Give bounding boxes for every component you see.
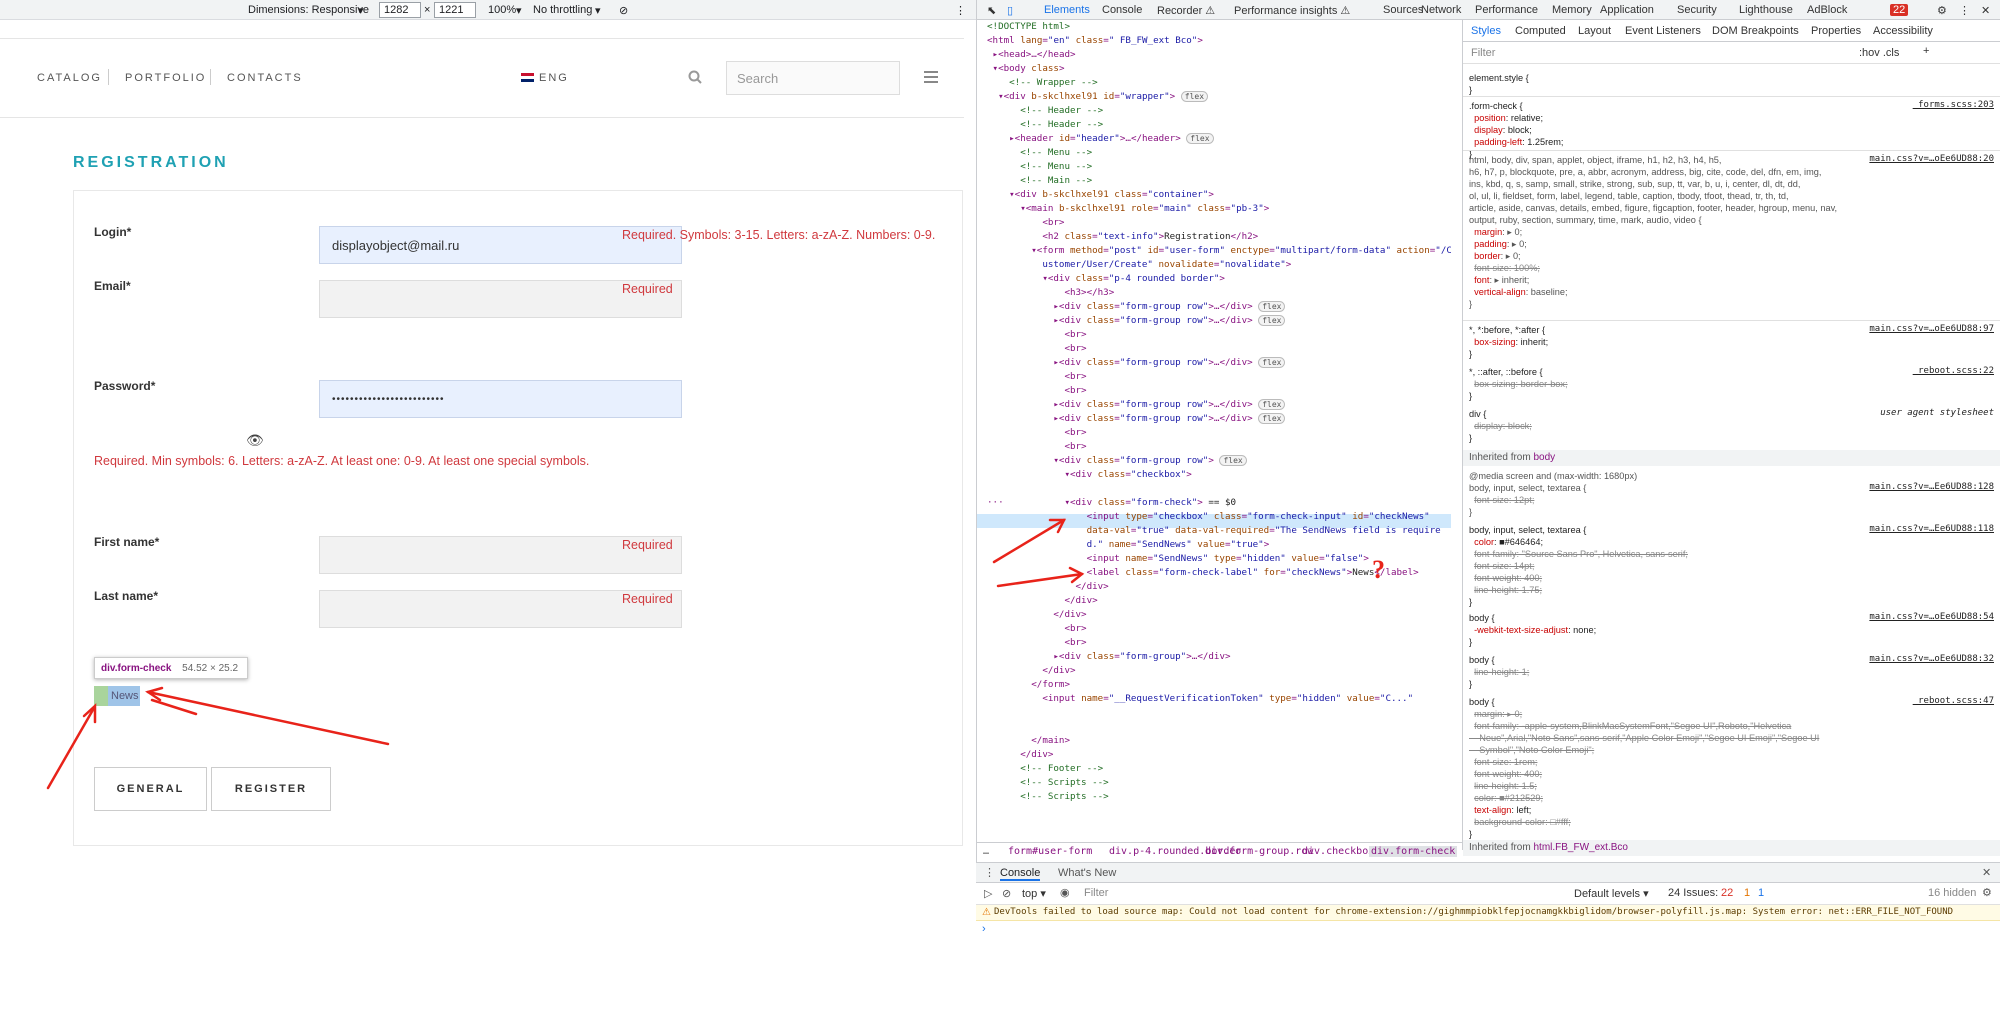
inherited-html-header: Inherited from html.FB_FW_ext.Bco	[1463, 840, 2000, 856]
tab-dom-breakpoints[interactable]: DOM Breakpoints	[1712, 25, 1799, 37]
log-levels-dropdown[interactable]: Default levels ▾	[1574, 887, 1649, 900]
source-link[interactable]: _reboot.scss:47	[1913, 696, 1994, 706]
issues-summary[interactable]: 24 Issues:	[1668, 887, 1718, 899]
tab-styles[interactable]: Styles	[1471, 25, 1501, 37]
console-prompt-icon[interactable]: ›	[982, 923, 986, 935]
breadcrumb-item[interactable]: form#user-form	[1008, 846, 1092, 857]
rule-universal[interactable]: *, *:before, *:after { box-sizing: inher…	[1469, 324, 1548, 360]
settings-gear-icon[interactable]: ⚙	[1937, 4, 1947, 17]
styles-filter-bar: Filter :hov .cls +	[1463, 42, 2000, 64]
sidebar-toggle-icon[interactable]: ▷	[984, 887, 992, 900]
tab-computed[interactable]: Computed	[1515, 25, 1566, 37]
issues-badge[interactable]: 22	[1890, 4, 1909, 16]
tab-adblock[interactable]: AdBlock	[1807, 4, 1847, 16]
tab-accessibility[interactable]: Accessibility	[1873, 25, 1933, 37]
rule-body-reboot[interactable]: body { margin: ▸ 0; font-family: -apple-…	[1469, 696, 1819, 840]
rule-divider	[1463, 96, 2000, 97]
eye-icon[interactable]: ◉	[1060, 886, 1070, 899]
source-link[interactable]: main.css?v=…Ee6UD88:118	[1869, 524, 1994, 534]
rule-form-check[interactable]: .form-check { position: relative; displa…	[1469, 100, 1564, 160]
source-link[interactable]: main.css?v=…oEe6UD88:20	[1869, 154, 1994, 164]
source-link[interactable]: main.css?v=…oEe6UD88:97	[1869, 324, 1994, 334]
console-drawer: ⋮ Console What's New ✕ ▷ ⊘ top ▾ ◉ Filte…	[976, 862, 2000, 1026]
annotation-arrows-left	[46, 686, 390, 790]
hov-cls-toggle[interactable]: :hov .cls	[1859, 47, 1899, 59]
tab-properties[interactable]: Properties	[1811, 25, 1861, 37]
inherited-html-link[interactable]: html.FB_FW_ext.Bco	[1533, 842, 1627, 853]
console-filter-input[interactable]: Filter	[1084, 887, 1108, 899]
console-warning-row: ⚠ DevTools failed to load source map: Co…	[976, 905, 2000, 921]
rule-divider	[1463, 150, 2000, 151]
close-icon[interactable]: ✕	[1981, 4, 1990, 17]
tab-security[interactable]: Security	[1677, 4, 1717, 16]
close-drawer-icon[interactable]: ✕	[1982, 866, 1991, 879]
user-agent-label: user agent stylesheet	[1880, 408, 1994, 418]
rule-reset[interactable]: html, body, div, span, applet, object, i…	[1469, 154, 1837, 310]
inherited-label: Inherited from	[1469, 842, 1531, 853]
source-link[interactable]: main.css?v=…oEe6UD88:54	[1869, 612, 1994, 622]
rule-div-ua[interactable]: div { display: block; }	[1469, 408, 1532, 444]
tab-application[interactable]: Application	[1600, 4, 1654, 16]
console-warning-message: DevTools failed to load source map: Coul…	[994, 907, 1954, 917]
rule-body-line-height[interactable]: body { line-height: 1; }	[1469, 654, 1529, 690]
rule-divider	[1463, 320, 2000, 321]
breadcrumb-item[interactable]: div.checkbox	[1302, 846, 1374, 857]
issues-red-count[interactable]: 22	[1721, 887, 1733, 899]
styles-filter-input[interactable]: Filter	[1471, 47, 1495, 59]
source-link[interactable]: _reboot.scss:22	[1913, 366, 1994, 376]
issues-blue-count[interactable]: 1	[1758, 887, 1764, 899]
breadcrumb-item-active[interactable]: div.form-check	[1369, 846, 1458, 857]
hidden-count: 16 hidden	[1928, 887, 1977, 899]
rule-element-style[interactable]: element.style { }	[1469, 72, 1529, 96]
more-icon[interactable]: ⋮	[1959, 4, 1970, 17]
add-rule-icon[interactable]: +	[1923, 45, 1929, 57]
source-link[interactable]: main.css?v=…oEe6UD88:32	[1869, 654, 1994, 664]
inherited-label: Inherited from	[1469, 452, 1531, 463]
rule-body-text-adjust[interactable]: body { -webkit-text-size-adjust: none; }	[1469, 612, 1596, 648]
console-tab-bar: ⋮ Console What's New ✕	[976, 863, 2000, 883]
tab-whats-new[interactable]: What's New	[1058, 867, 1116, 879]
breadcrumb-item[interactable]: div.form-group.row	[1205, 846, 1313, 857]
annotation-arrows-right: ?	[992, 518, 1385, 588]
breadcrumb: … form#user-form div.p-4.rounded.border …	[977, 842, 1463, 860]
warning-icon: ⚠	[982, 907, 991, 918]
tab-layout[interactable]: Layout	[1578, 25, 1611, 37]
tab-lighthouse[interactable]: Lighthouse	[1739, 4, 1793, 16]
console-settings-icon[interactable]: ⚙	[1982, 886, 1992, 899]
question-mark-annotation: ?	[1372, 555, 1385, 584]
rule-body-inputs[interactable]: body, input, select, textarea { color: ■…	[1469, 524, 1688, 608]
context-selector[interactable]: top ▾	[1022, 887, 1046, 900]
inherited-body-link[interactable]: body	[1533, 452, 1555, 463]
source-link[interactable]: main.css?v=…Ee6UD88:128	[1869, 482, 1994, 492]
tab-event-listeners[interactable]: Event Listeners	[1625, 25, 1701, 37]
tab-memory[interactable]: Memory	[1552, 4, 1592, 16]
breadcrumb-more[interactable]: …	[983, 846, 989, 857]
clear-console-icon[interactable]: ⊘	[1002, 887, 1011, 900]
drawer-menu-icon[interactable]: ⋮	[984, 866, 995, 879]
styles-pane: Styles Computed Layout Event Listeners D…	[1462, 20, 2000, 856]
tab-console-drawer[interactable]: Console	[1000, 867, 1041, 881]
rule-media-body[interactable]: @media screen and (max-width: 1680px) bo…	[1469, 470, 1637, 518]
issues-yellow-count[interactable]: 1	[1744, 887, 1750, 899]
styles-tab-bar: Styles Computed Layout Event Listeners D…	[1463, 20, 2000, 42]
tab-performance[interactable]: Performance	[1475, 4, 1538, 16]
inherited-body-header: Inherited from body	[1463, 450, 2000, 466]
rule-reboot-universal[interactable]: *, ::after, ::before { box-sizing: borde…	[1469, 366, 1568, 402]
source-link[interactable]: _forms.scss:203	[1913, 100, 1994, 110]
console-toolbar: ▷ ⊘ top ▾ ◉ Filter Default levels ▾ 24 I…	[976, 883, 2000, 905]
